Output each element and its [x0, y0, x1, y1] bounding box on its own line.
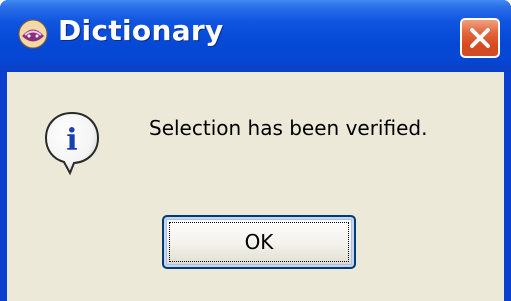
window-title: Dictionary: [58, 14, 224, 47]
dictionary-app-icon: [18, 19, 48, 49]
close-button[interactable]: [460, 18, 500, 58]
dialog-message: Selection has been verified.: [149, 116, 428, 140]
close-icon: [470, 28, 490, 48]
dialog-body: i Selection has been verified. OK: [7, 72, 504, 301]
information-icon: i: [44, 111, 100, 176]
svg-text:i: i: [66, 123, 77, 158]
ok-button-label: OK: [244, 230, 274, 254]
ok-button[interactable]: OK: [162, 215, 356, 269]
dialog-window: Dictionary i Selection has been verified…: [0, 0, 511, 301]
title-bar[interactable]: Dictionary: [0, 0, 511, 72]
